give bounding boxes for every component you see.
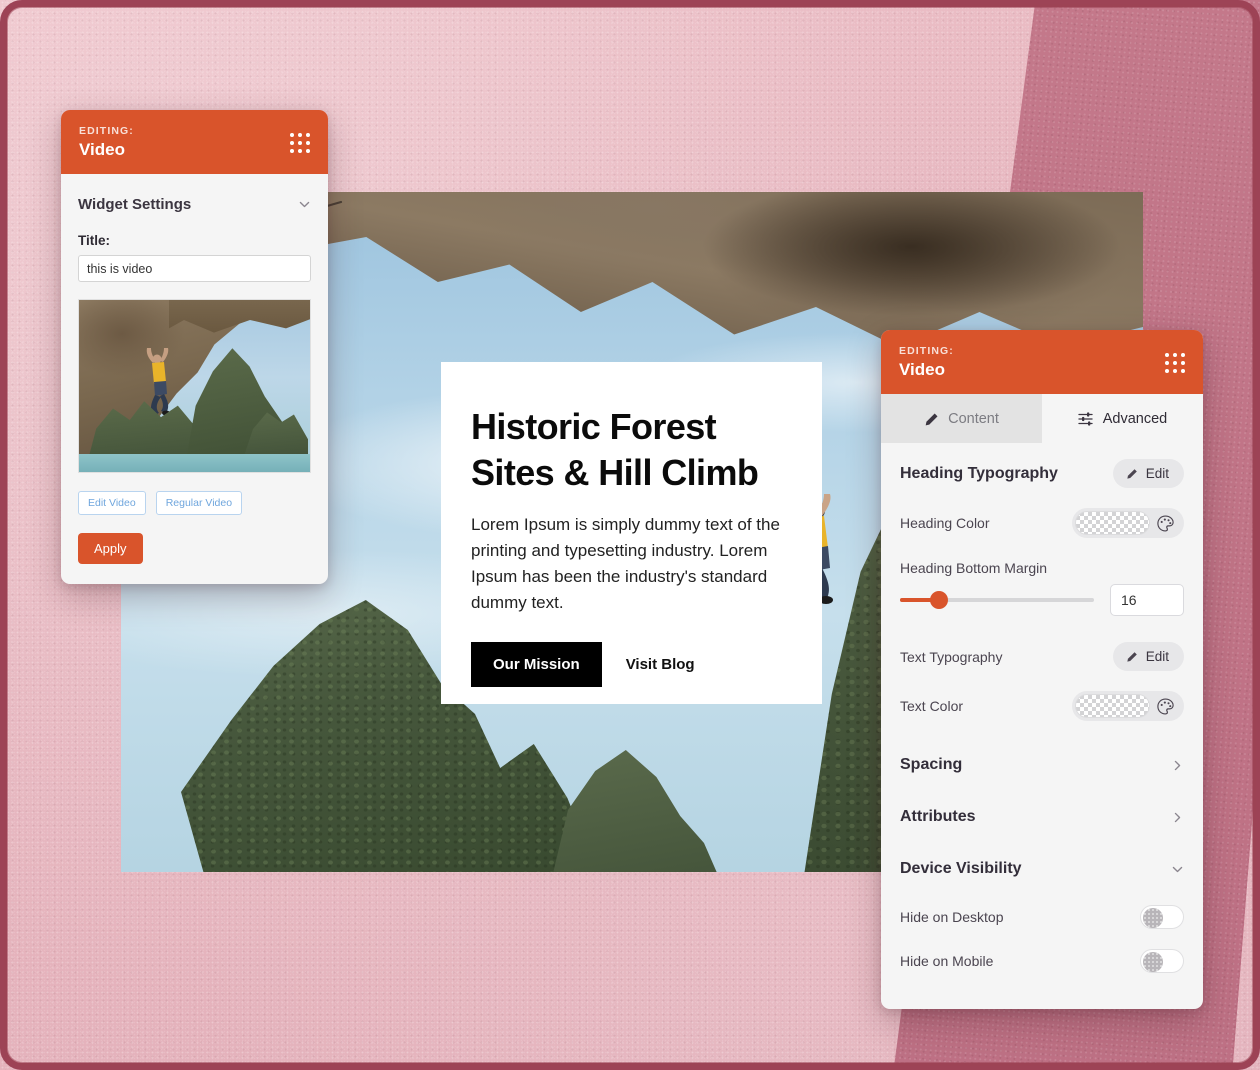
hero-actions: Our Mission Visit Blog	[471, 642, 792, 687]
tab-advanced[interactable]: Advanced	[1042, 394, 1203, 443]
visit-blog-link[interactable]: Visit Blog	[624, 650, 697, 679]
heading-bottom-margin-control	[881, 580, 1203, 632]
heading-color-row: Heading Color	[881, 498, 1203, 548]
attributes-section[interactable]: Attributes	[881, 791, 1203, 843]
tab-content-label: Content	[948, 411, 999, 427]
hero-content-card: Historic Forest Sites & Hill Climb Lorem…	[441, 362, 822, 704]
heading-typography-edit-label: Edit	[1145, 466, 1169, 481]
tab-content[interactable]: Content	[881, 394, 1042, 443]
text-typography-edit-button[interactable]: Edit	[1112, 642, 1184, 671]
text-color-label: Text Color	[900, 698, 964, 714]
chevron-right-icon	[1174, 812, 1181, 822]
screenshot-stage: Historic Forest Sites & Hill Climb Lorem…	[0, 0, 1260, 1070]
sliders-icon	[1078, 412, 1093, 426]
video-action-buttons: Edit Video Regular Video	[78, 491, 311, 515]
hide-on-mobile-label: Hide on Mobile	[900, 953, 994, 969]
device-visibility-section[interactable]: Device Visibility	[881, 843, 1203, 895]
left-panel-body: Widget Settings Title: this is video Edi…	[61, 174, 328, 584]
thumb-sea	[79, 454, 310, 472]
tab-advanced-label: Advanced	[1102, 411, 1168, 427]
left-panel-header: EDITING: Video	[61, 110, 328, 174]
regular-video-button[interactable]: Regular Video	[155, 491, 243, 515]
right-panel-header: EDITING: Video	[881, 330, 1203, 394]
heading-color-label: Heading Color	[900, 515, 990, 531]
hide-on-mobile-row: Hide on Mobile	[881, 939, 1203, 983]
text-typography-label: Text Typography	[900, 648, 1003, 665]
heading-typography-edit-button[interactable]: Edit	[1112, 459, 1184, 488]
palette-icon	[1157, 515, 1174, 531]
hide-on-desktop-label: Hide on Desktop	[900, 909, 1004, 925]
hide-on-mobile-toggle[interactable]	[1140, 949, 1184, 973]
video-thumbnail-preview[interactable]	[78, 299, 311, 473]
right-panel-widget-name: Video	[899, 360, 945, 379]
attributes-label: Attributes	[900, 808, 976, 825]
widget-settings-label: Widget Settings	[78, 196, 192, 213]
text-color-picker[interactable]	[1072, 691, 1184, 721]
panel-tabs: Content Advanced	[881, 394, 1203, 443]
right-widget-settings-panel: EDITING: Video Content Advanced Heading …	[881, 330, 1203, 1009]
text-typography-row: Text Typography Edit	[881, 632, 1203, 681]
drag-dots-icon[interactable]	[290, 132, 310, 153]
drag-dots-icon[interactable]	[1165, 352, 1185, 373]
palette-icon	[1157, 698, 1174, 714]
title-input[interactable]	[78, 255, 311, 282]
heading-typography-row: Heading Typography Edit	[881, 449, 1203, 498]
spacing-label: Spacing	[900, 756, 963, 773]
hide-on-desktop-toggle[interactable]	[1140, 905, 1184, 929]
chevron-down-icon	[1172, 866, 1183, 872]
heading-typography-label: Heading Typography	[900, 464, 1058, 482]
chevron-right-icon	[1174, 760, 1181, 770]
hero-body-text: Lorem Ipsum is simply dummy text of the …	[471, 515, 780, 612]
heading-bottom-margin-label: Heading Bottom Margin	[900, 560, 1048, 576]
heading-color-swatch[interactable]	[1075, 511, 1150, 535]
text-typography-edit-label: Edit	[1145, 649, 1169, 664]
text-color-row: Text Color	[881, 681, 1203, 731]
pencil-icon	[925, 413, 938, 425]
spacing-section[interactable]: Spacing	[881, 739, 1203, 791]
hero-title: Historic Forest Sites & Hill Climb	[471, 406, 759, 493]
right-panel-body: Heading Typography Edit Heading Color He…	[881, 443, 1203, 1009]
edit-video-button[interactable]: Edit Video	[78, 491, 146, 515]
heading-bottom-margin-slider[interactable]	[900, 591, 1094, 609]
title-field-label: Title:	[78, 233, 111, 248]
left-widget-settings-panel: EDITING: Video Widget Settings Title: th…	[61, 110, 328, 584]
heading-bottom-margin-row: Heading Bottom Margin	[881, 548, 1203, 580]
heading-color-picker[interactable]	[1072, 508, 1184, 538]
toggle-knob	[1143, 952, 1163, 972]
hide-on-desktop-row: Hide on Desktop	[881, 895, 1203, 939]
text-color-swatch[interactable]	[1075, 694, 1150, 718]
right-panel-editing-label: EDITING:	[899, 345, 954, 357]
widget-settings-section-toggle[interactable]: Widget Settings	[78, 174, 311, 233]
device-visibility-label: Device Visibility	[900, 860, 1022, 877]
slider-thumb[interactable]	[929, 591, 948, 609]
apply-button[interactable]: Apply	[78, 533, 143, 564]
pencil-icon	[1127, 651, 1137, 662]
chevron-down-icon	[299, 201, 310, 208]
left-panel-editing-label: EDITING:	[79, 125, 134, 137]
heading-bottom-margin-input[interactable]	[1110, 584, 1184, 616]
our-mission-button[interactable]: Our Mission	[471, 642, 602, 687]
left-panel-widget-name: Video	[79, 140, 125, 159]
toggle-knob	[1143, 908, 1163, 928]
pencil-icon	[1127, 468, 1137, 479]
